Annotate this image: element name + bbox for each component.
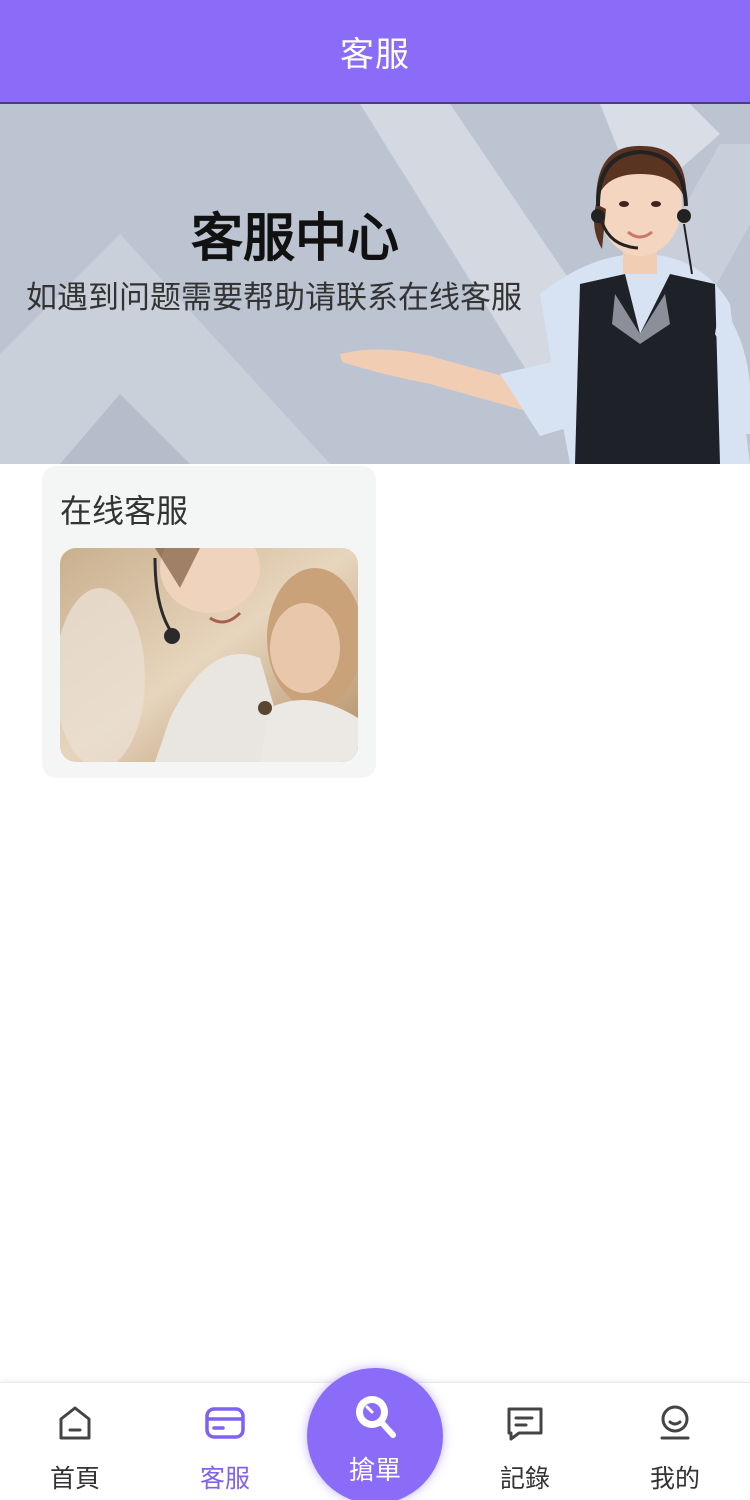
agent-illustration xyxy=(340,145,750,464)
message-icon xyxy=(507,1407,543,1441)
nav-item-profile[interactable]: 我的 xyxy=(600,1383,750,1500)
nav-item-home[interactable]: 首頁 xyxy=(0,1383,150,1500)
nav-item-records[interactable]: 記錄 xyxy=(450,1383,600,1500)
nav-label-profile: 我的 xyxy=(649,1464,700,1493)
online-service-card[interactable]: 在线客服 xyxy=(42,466,376,778)
nav-label-records: 記錄 xyxy=(499,1464,550,1493)
profile-icon xyxy=(660,1405,690,1440)
nav-item-service[interactable]: 客服 xyxy=(150,1383,300,1500)
call-center-image xyxy=(60,548,358,762)
online-service-photo[interactable] xyxy=(60,548,358,762)
page-title: 客服 xyxy=(340,34,410,75)
home-icon xyxy=(59,1406,91,1440)
card-icon xyxy=(205,1407,245,1439)
top-header: 客服 xyxy=(0,0,750,104)
customer-service-page: 客服 客服中心 如遇到问题需要帮助请联系在线客服 在线客服 首頁 客服 記錄 我… xyxy=(0,0,750,1500)
grab-order-button[interactable]: 搶單 xyxy=(307,1368,443,1500)
online-service-title: 在线客服 xyxy=(60,492,189,530)
nav-label-home: 首頁 xyxy=(49,1464,100,1493)
grab-order-label: 搶單 xyxy=(348,1456,401,1486)
nav-label-service: 客服 xyxy=(199,1464,250,1493)
service-center-banner: 客服中心 如遇到问题需要帮助请联系在线客服 xyxy=(0,104,750,464)
search-icon xyxy=(356,1396,396,1438)
